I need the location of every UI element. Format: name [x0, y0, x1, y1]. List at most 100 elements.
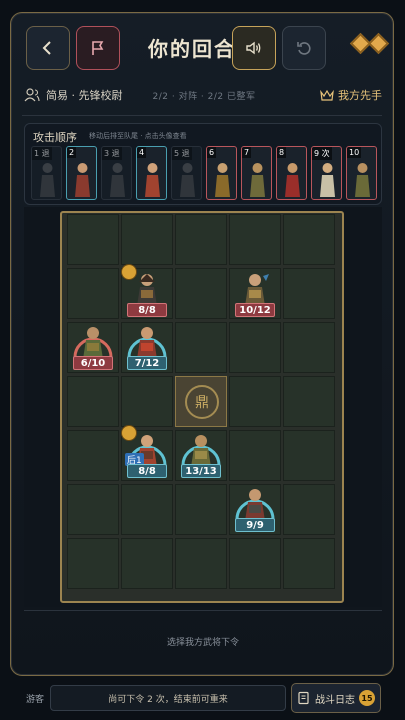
flag-icon — [92, 41, 104, 55]
top-bar: 你的回合 — [26, 26, 390, 72]
match-stats: 2/2 · 对阵 · 2/2 已整军 — [152, 91, 256, 102]
board-cell[interactable] — [229, 214, 281, 265]
action-points — [349, 32, 390, 55]
board-cell[interactable] — [283, 430, 335, 481]
general-figure-icon — [245, 489, 265, 521]
general-portrait-icon — [180, 163, 195, 197]
order-card-10[interactable]: 10 — [346, 146, 377, 200]
order-card-label: 5 退 — [172, 147, 192, 160]
player-name: 游客 — [26, 695, 45, 705]
battle-board: 8/8 10/12 6/10 7/12 鼎 后1 8/8 13/13 9/9 — [60, 211, 344, 603]
hp-badge: 9/9 — [235, 518, 275, 532]
general-portrait-icon — [285, 163, 300, 197]
battle-log-count: 15 — [359, 690, 375, 706]
board-cell[interactable] — [67, 214, 119, 265]
order-card-label: 9 次 — [312, 147, 332, 160]
command-prompt: 选择我方武将下令 — [24, 610, 382, 672]
board-cell[interactable] — [229, 430, 281, 481]
order-card-6[interactable]: 6 — [206, 146, 237, 200]
first-move-indicator: 我方先手 — [320, 87, 382, 103]
board-cell[interactable] — [283, 376, 335, 427]
first-move-label: 我方先手 — [338, 89, 382, 102]
general-portrait-icon — [110, 163, 125, 197]
board-cell[interactable] — [175, 268, 227, 319]
order-card-3[interactable]: 3 退 — [101, 146, 132, 200]
general-portrait-icon — [320, 163, 335, 197]
board-cell[interactable] — [67, 376, 119, 427]
order-card-1[interactable]: 1 退 — [31, 146, 62, 200]
board-cell[interactable] — [283, 538, 335, 589]
unit-ally-soldier[interactable]: 13/13 — [175, 429, 227, 480]
order-card-9[interactable]: 9 次 — [311, 146, 342, 200]
board-cell[interactable] — [283, 268, 335, 319]
order-card-label: 2 — [67, 147, 77, 158]
unit-enemy-general[interactable]: 8/8 — [121, 264, 173, 319]
board-cell[interactable] — [229, 376, 281, 427]
order-card-label: 3 退 — [102, 147, 122, 160]
center-objective-cell[interactable]: 鼎 — [175, 376, 227, 427]
hp-badge: 6/10 — [73, 356, 113, 370]
battle-log-label: 战斗日志 — [315, 694, 355, 706]
hp-badge: 10/12 — [235, 303, 275, 317]
undo-icon — [297, 42, 311, 55]
general-figure-icon — [83, 327, 103, 359]
board-cell[interactable] — [283, 484, 335, 535]
board-cell[interactable] — [121, 376, 173, 427]
match-info: 简易 · 先锋校尉 2/2 · 对阵 · 2/2 已整军 我方先手 — [24, 82, 382, 108]
chevron-left-icon — [42, 41, 51, 55]
hp-badge: 8/8 — [127, 303, 167, 317]
board-cell[interactable] — [121, 484, 173, 535]
general-figure-icon — [245, 274, 269, 306]
command-status: 尚可下令 2 次，结束前可重来 — [50, 685, 286, 711]
scroll-icon — [298, 691, 309, 705]
board-cell[interactable] — [67, 538, 119, 589]
order-card-2[interactable]: 2 — [66, 146, 97, 200]
board-cell[interactable] — [175, 484, 227, 535]
board-cell[interactable] — [67, 430, 119, 481]
order-card-8[interactable]: 8 — [276, 146, 307, 200]
order-card-4[interactable]: 4 — [136, 146, 167, 200]
general-portrait-icon — [40, 163, 55, 197]
order-card-label: 6 — [207, 147, 217, 158]
board-cell[interactable] — [229, 322, 281, 373]
board-cell[interactable] — [283, 322, 335, 373]
speaker-icon — [246, 41, 261, 55]
surrender-flag-button[interactable] — [76, 26, 120, 70]
board-cell[interactable] — [121, 538, 173, 589]
unit-ally-soldier[interactable]: 9/9 — [229, 483, 281, 534]
board-cell[interactable] — [67, 268, 119, 319]
hp-badge: 8/8 — [127, 464, 167, 478]
attack-order-title: 攻击顺序 — [33, 131, 77, 144]
order-card-7[interactable]: 7 — [241, 146, 272, 200]
order-card-label: 10 — [347, 147, 362, 158]
board-cell[interactable] — [121, 214, 173, 265]
bottom-bar: 游客 尚可下令 2 次，结束前可重来 战斗日志 15 — [0, 680, 405, 720]
general-figure-icon — [137, 327, 157, 359]
difficulty-label: 简易 · 先锋校尉 — [46, 89, 123, 102]
board-cell[interactable] — [283, 214, 335, 265]
board-cell[interactable] — [229, 538, 281, 589]
attack-order-row: 1 退 2 3 退 4 5 退 6 7 8 9 次 10 — [31, 146, 377, 200]
general-portrait-icon — [215, 163, 230, 197]
unit-enemy-soldier[interactable]: 6/10 — [67, 321, 119, 372]
unit-ally-general[interactable]: 7/12 — [121, 321, 173, 372]
general-portrait-icon — [250, 163, 265, 197]
board-cell[interactable] — [175, 322, 227, 373]
action-point-diamond-icon — [367, 32, 390, 55]
order-card-label: 7 — [242, 147, 252, 158]
unit-enemy-soldier[interactable]: 10/12 — [229, 268, 281, 319]
battle-log-button[interactable]: 战斗日志 15 — [291, 683, 381, 713]
order-card-5[interactable]: 5 退 — [171, 146, 202, 200]
board-cell[interactable] — [67, 484, 119, 535]
unit-ally-commander[interactable]: 后1 8/8 — [121, 425, 173, 480]
users-icon — [24, 88, 40, 102]
general-figure-icon — [191, 435, 211, 467]
board-cell[interactable] — [175, 538, 227, 589]
attack-order-panel: 攻击顺序 移动后排至队尾 · 点击头像查看 1 退 2 3 退 4 5 退 6 … — [24, 123, 382, 205]
sound-button[interactable] — [232, 26, 276, 70]
order-card-label: 1 退 — [32, 147, 52, 160]
back-button[interactable] — [26, 26, 70, 70]
divider — [22, 115, 382, 116]
undo-button[interactable] — [282, 26, 326, 70]
board-cell[interactable] — [175, 214, 227, 265]
